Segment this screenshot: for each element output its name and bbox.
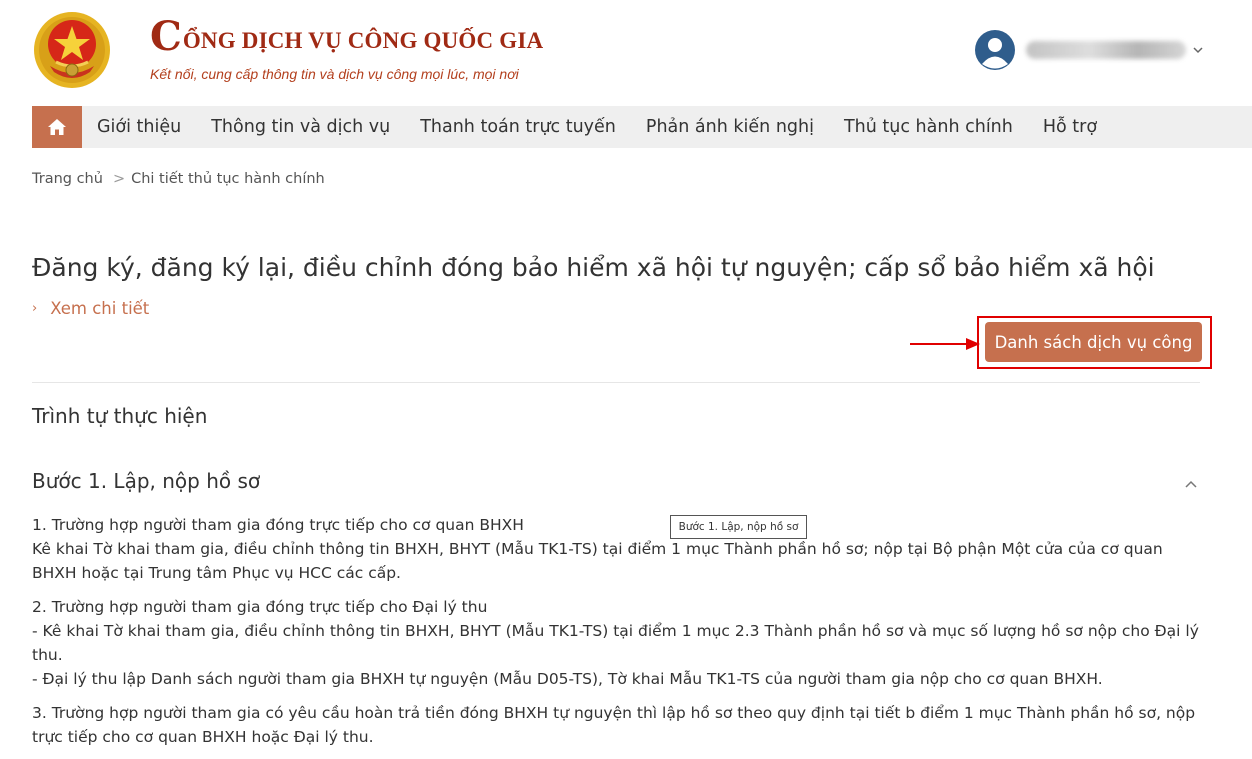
nav-item-thong-tin-dich-vu[interactable]: Thông tin và dịch vụ (196, 106, 405, 148)
section-heading: Trình tự thực hiện (32, 404, 208, 428)
user-avatar-icon[interactable] (974, 29, 1016, 71)
breadcrumb-separator: > (112, 171, 126, 187)
nav-item-gioi-thieu[interactable]: Giới thiệu (82, 106, 196, 148)
brand-subtitle: Kết nối, cung cấp thông tin và dịch vụ c… (150, 66, 519, 82)
tooltip: Bước 1. Lập, nộp hồ sơ (670, 515, 807, 539)
page-title: Đăng ký, đăng ký lại, điều chỉnh đóng bả… (32, 253, 1155, 282)
chevron-up-icon[interactable] (1184, 478, 1198, 490)
paragraph-line: 1. Trường hợp người tham gia đóng trực t… (32, 516, 524, 534)
user-name-blurred[interactable] (1026, 41, 1186, 59)
chevron-down-icon[interactable] (1192, 44, 1204, 56)
breadcrumb-current: Chi tiết thủ tục hành chính (131, 171, 325, 187)
paragraph-line: - Kê khai Tờ khai tham gia, điều chỉnh t… (32, 622, 1199, 664)
main-nav: Giới thiệu Thông tin và dịch vụ Thanh to… (32, 106, 1252, 148)
national-emblem-icon[interactable] (32, 10, 112, 90)
step-paragraph: 1. Trường hợp người tham gia đóng trực t… (32, 513, 1207, 585)
step-content: 1. Trường hợp người tham gia đóng trực t… (32, 513, 1207, 759)
nav-item-ho-tro[interactable]: Hỗ trợ (1028, 106, 1112, 148)
nav-item-phan-anh[interactable]: Phản ánh kiến nghị (631, 106, 829, 148)
breadcrumb: Trang chủ > Chi tiết thủ tục hành chính (32, 171, 325, 187)
site-header: C ỔNG DỊCH VỤ CÔNG QUỐC GIA Kết nối, cun… (0, 0, 1252, 106)
site-brand[interactable]: C ỔNG DỊCH VỤ CÔNG QUỐC GIA Kết nối, cun… (150, 12, 543, 83)
brand-title: C ỔNG DỊCH VỤ CÔNG QUỐC GIA (150, 12, 543, 58)
step-paragraph: 2. Trường hợp người tham gia đóng trực t… (32, 595, 1207, 691)
divider (32, 382, 1200, 383)
brand-title-text: ỔNG DỊCH VỤ CÔNG QUỐC GIA (182, 28, 544, 53)
view-detail-label: Xem chi tiết (50, 299, 150, 318)
breadcrumb-home-link[interactable]: Trang chủ (32, 171, 103, 187)
nav-home-button[interactable] (32, 106, 82, 148)
view-detail-link[interactable]: › Xem chi tiết (32, 299, 149, 318)
paragraph-line: 2. Trường hợp người tham gia đóng trực t… (32, 598, 488, 616)
service-list-button[interactable]: Danh sách dịch vụ công (985, 322, 1202, 362)
nav-item-thu-tuc[interactable]: Thủ tục hành chính (829, 106, 1028, 148)
nav-item-thanh-toan[interactable]: Thanh toán trực tuyến (405, 106, 631, 148)
paragraph-line: 3. Trường hợp người tham gia có yêu cầu … (32, 704, 1196, 746)
paragraph-line: - Đại lý thu lập Danh sách người tham gi… (32, 670, 1103, 688)
step-paragraph: 3. Trường hợp người tham gia có yêu cầu … (32, 701, 1207, 749)
step-title[interactable]: Bước 1. Lập, nộp hồ sơ (32, 469, 260, 493)
user-menu[interactable] (974, 28, 1204, 72)
annotation-arrow-icon (910, 338, 980, 350)
brand-initial: C (150, 13, 182, 60)
home-icon (48, 119, 66, 135)
paragraph-line: Kê khai Tờ khai tham gia, điều chỉnh thô… (32, 540, 1163, 582)
chevron-right-icon: › (32, 301, 38, 316)
